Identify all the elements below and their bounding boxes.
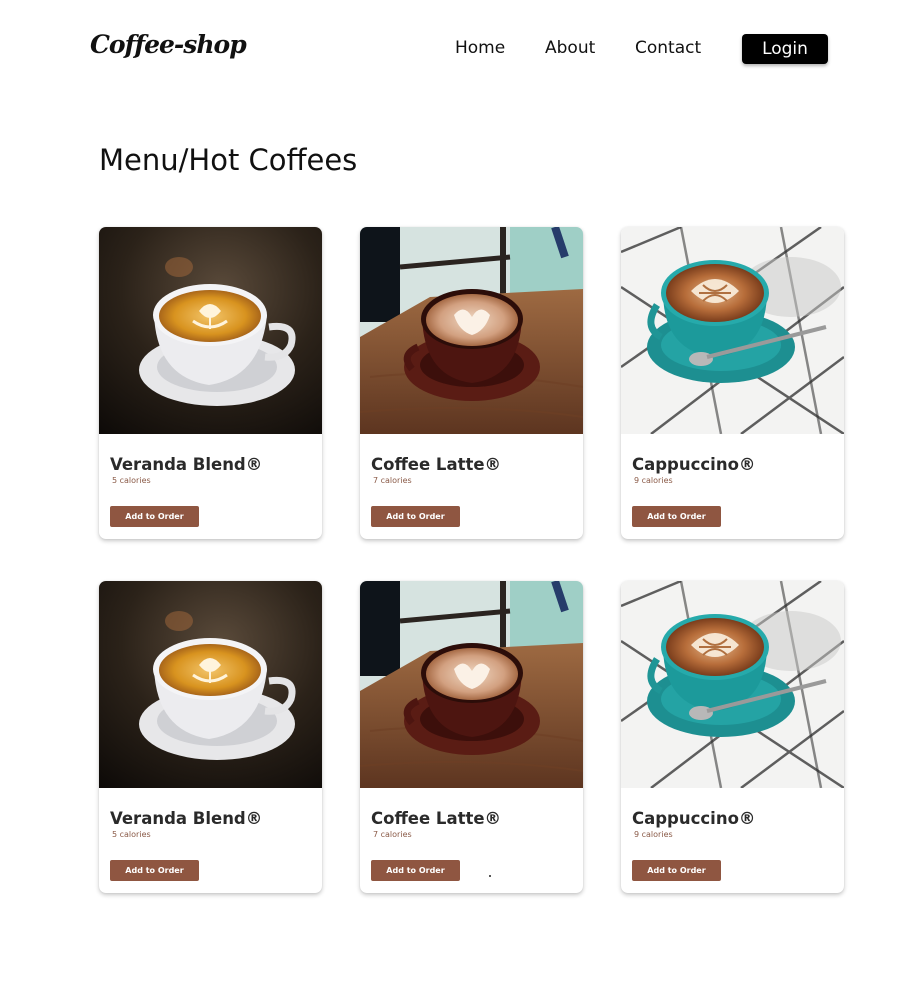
product-card-veranda-blend[interactable]: Veranda Blend® 5 calories Add to Order — [99, 227, 322, 539]
nav-link-about[interactable]: About — [545, 38, 595, 58]
add-to-order-button[interactable]: Add to Order — [371, 506, 460, 527]
site-logo[interactable]: Coffee-shop — [90, 30, 247, 59]
nav-link-home[interactable]: Home — [455, 38, 505, 58]
product-card-coffee-latte[interactable]: Coffee Latte® 7 calories Add to Order — [360, 227, 583, 539]
product-name: Cappuccino® — [632, 809, 756, 828]
product-name: Veranda Blend® — [110, 809, 263, 828]
product-card-veranda-blend[interactable]: Veranda Blend® 5 calories Add to Order — [99, 581, 322, 893]
product-image — [621, 581, 844, 788]
product-calories: 7 calories — [373, 476, 412, 485]
product-calories: 5 calories — [112, 476, 151, 485]
add-to-order-button[interactable]: Add to Order — [632, 860, 721, 881]
add-to-order-button[interactable]: Add to Order — [110, 860, 199, 881]
page-title: Menu/Hot Coffees — [99, 143, 358, 177]
stray-dot — [489, 875, 491, 877]
add-to-order-button[interactable]: Add to Order — [632, 506, 721, 527]
product-calories: 9 calories — [634, 830, 673, 839]
product-card-coffee-latte[interactable]: Coffee Latte® 7 calories Add to Order — [360, 581, 583, 893]
product-card-cappuccino[interactable]: Cappuccino® 9 calories Add to Order — [621, 227, 844, 539]
login-button[interactable]: Login — [742, 34, 828, 64]
product-image — [360, 227, 583, 434]
product-name: Coffee Latte® — [371, 455, 502, 474]
add-to-order-button[interactable]: Add to Order — [110, 506, 199, 527]
product-image — [621, 227, 844, 434]
nav-link-contact[interactable]: Contact — [635, 38, 701, 58]
product-card-cappuccino[interactable]: Cappuccino® 9 calories Add to Order — [621, 581, 844, 893]
add-to-order-button[interactable]: Add to Order — [371, 860, 460, 881]
product-image — [360, 581, 583, 788]
product-name: Veranda Blend® — [110, 455, 263, 474]
product-calories: 9 calories — [634, 476, 673, 485]
product-name: Cappuccino® — [632, 455, 756, 474]
product-calories: 7 calories — [373, 830, 412, 839]
product-name: Coffee Latte® — [371, 809, 502, 828]
product-image — [99, 227, 322, 434]
product-calories: 5 calories — [112, 830, 151, 839]
product-image — [99, 581, 322, 788]
